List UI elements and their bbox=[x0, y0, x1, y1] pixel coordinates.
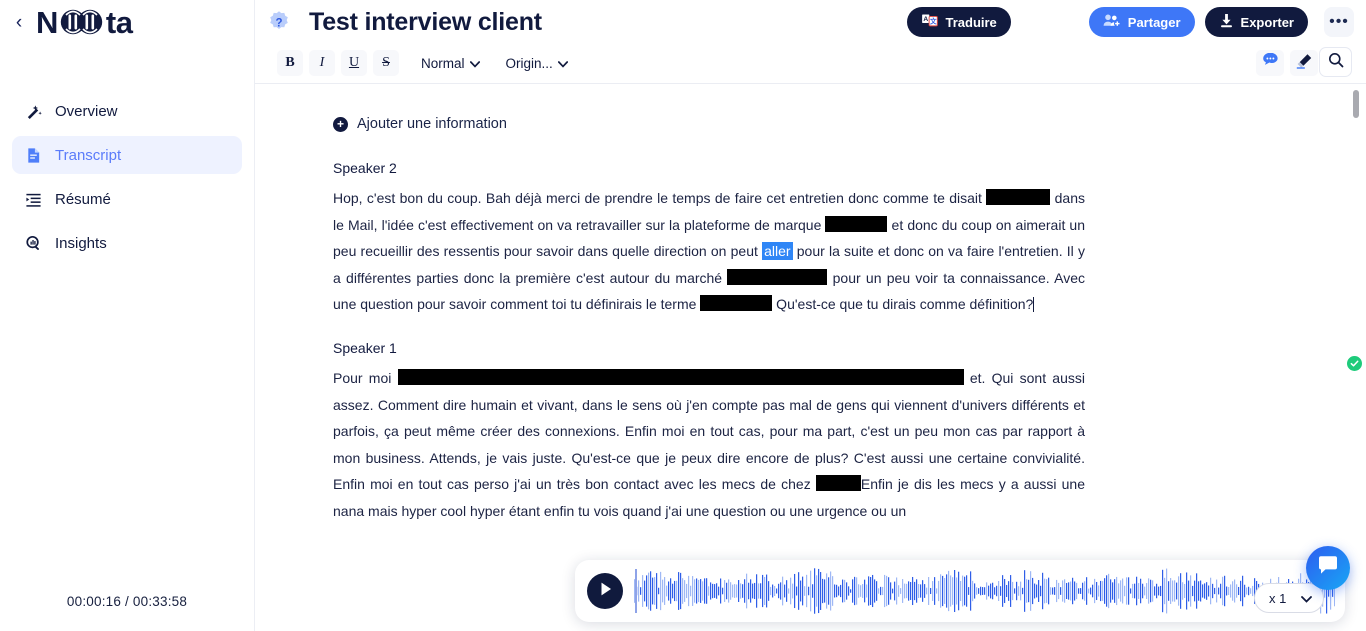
sidebar-item-transcript[interactable]: Transcript bbox=[12, 136, 242, 174]
verified-check-badge bbox=[1347, 356, 1362, 371]
underline-button[interactable]: U bbox=[341, 50, 367, 76]
highlighter-button[interactable] bbox=[1290, 50, 1318, 76]
sidebar-item-overview[interactable]: Overview bbox=[12, 92, 242, 130]
translate-button[interactable]: A 文 Traduire bbox=[907, 7, 1011, 37]
sidebar-nav: Overview Transcript Résumé Insights bbox=[0, 92, 254, 262]
search-icon bbox=[1328, 52, 1344, 73]
download-icon bbox=[1219, 13, 1234, 31]
chevron-down-icon bbox=[1301, 591, 1312, 606]
app-logo[interactable]: N ta bbox=[36, 4, 133, 40]
redacted-text bbox=[825, 215, 888, 232]
sidebar-item-resume[interactable]: Résumé bbox=[12, 180, 242, 218]
bold-button[interactable]: B bbox=[277, 50, 303, 76]
more-options-button[interactable]: ••• bbox=[1324, 7, 1354, 37]
transcript-block: Speaker 2 Hop, c'est bon du coup. Bah dé… bbox=[333, 160, 1085, 318]
export-button[interactable]: Exporter bbox=[1204, 7, 1308, 37]
editor-toolbar: B I U S Normal Origin... bbox=[255, 44, 1366, 82]
svg-text:?: ? bbox=[275, 18, 282, 30]
chat-support-button[interactable] bbox=[1306, 546, 1350, 590]
highlighter-pen-icon bbox=[1296, 53, 1313, 74]
chevron-down-icon bbox=[557, 56, 568, 71]
logo-text-right: ta bbox=[105, 4, 133, 40]
language-select[interactable]: Origin... bbox=[498, 50, 576, 76]
magic-wand-icon bbox=[24, 102, 42, 120]
share-label: Partager bbox=[1127, 14, 1181, 30]
play-button[interactable] bbox=[587, 573, 623, 609]
text-style-label: Normal bbox=[421, 55, 465, 71]
audio-player bbox=[575, 560, 1345, 622]
transcript-paragraph[interactable]: Hop, c'est bon du coup. Bah déjà merci d… bbox=[333, 185, 1085, 318]
redacted-text bbox=[397, 368, 964, 385]
text-caret bbox=[1033, 297, 1035, 313]
comment-button[interactable] bbox=[1256, 50, 1284, 76]
export-label: Exporter bbox=[1240, 14, 1294, 30]
logo-text-left: N bbox=[36, 4, 58, 40]
redacted-text bbox=[727, 268, 828, 285]
sidebar-item-label: Insights bbox=[55, 234, 107, 252]
transcript-scroll-area[interactable]: + Ajouter une information Speaker 2 Hop,… bbox=[255, 83, 1366, 631]
language-label: Origin... bbox=[505, 55, 553, 71]
app-root: ‹ N ta Overview Transcript Résumé Insigh… bbox=[0, 0, 1366, 631]
translate-label: Traduire bbox=[945, 14, 997, 30]
search-button[interactable] bbox=[1319, 47, 1352, 77]
vertical-scrollbar-thumb[interactable] bbox=[1353, 90, 1359, 118]
redacted-text bbox=[700, 295, 773, 312]
playback-speed-select[interactable]: x 1 bbox=[1254, 583, 1324, 613]
share-button[interactable]: Partager bbox=[1088, 7, 1195, 37]
sidebar-item-insights[interactable]: Insights bbox=[12, 224, 242, 262]
help-badge-icon[interactable]: ? bbox=[267, 10, 291, 34]
playback-speed-label: x 1 bbox=[1269, 590, 1287, 606]
text-style-select[interactable]: Normal bbox=[413, 50, 488, 76]
transcript-paragraph[interactable]: Pour moi et. Qui sont aussi assez. Comme… bbox=[333, 365, 1085, 525]
transcript-block: Speaker 1 Pour moi et. Qui sont aussi as… bbox=[333, 340, 1085, 525]
redacted-text bbox=[986, 189, 1051, 205]
search-chart-icon bbox=[24, 234, 42, 252]
brand-row: ‹ N ta bbox=[0, 0, 254, 44]
translate-icon: A 文 bbox=[921, 13, 939, 31]
audio-waveform[interactable] bbox=[633, 566, 1335, 616]
document-icon bbox=[24, 146, 42, 164]
sidebar-item-label: Overview bbox=[55, 102, 118, 120]
speaker-label[interactable]: Speaker 2 bbox=[333, 160, 1085, 176]
strikethrough-button[interactable]: S bbox=[373, 50, 399, 76]
page-title: Test interview client bbox=[309, 7, 542, 36]
sidebar: ‹ N ta Overview Transcript Résumé Insigh… bbox=[0, 0, 255, 631]
dna-logo-icon bbox=[59, 8, 105, 36]
back-button[interactable]: ‹ bbox=[10, 9, 28, 35]
list-icon bbox=[24, 190, 42, 208]
top-bar: ? Test interview client A 文 Traduire Par… bbox=[255, 0, 1366, 44]
svg-text:文: 文 bbox=[930, 17, 937, 26]
redacted-text bbox=[815, 475, 861, 492]
play-icon bbox=[598, 581, 613, 602]
transcript-editor[interactable]: + Ajouter une information Speaker 2 Hop,… bbox=[333, 84, 1085, 525]
playhead-marker bbox=[635, 569, 637, 613]
svg-text:A: A bbox=[924, 16, 929, 23]
speaker-label[interactable]: Speaker 1 bbox=[333, 340, 1085, 356]
chat-bubble-icon bbox=[1317, 555, 1339, 581]
add-information-button[interactable]: + Ajouter une information bbox=[333, 116, 1085, 132]
sidebar-item-label: Transcript bbox=[55, 146, 122, 164]
people-add-icon bbox=[1103, 13, 1121, 31]
comment-icon bbox=[1262, 52, 1279, 73]
plus-circle-icon: + bbox=[333, 116, 348, 132]
add-information-label: Ajouter une information bbox=[357, 116, 507, 132]
sidebar-item-label: Résumé bbox=[55, 190, 111, 208]
chevron-down-icon bbox=[469, 56, 480, 71]
italic-button[interactable]: I bbox=[309, 50, 335, 76]
playback-timecode: 00:00:16 / 00:33:58 bbox=[66, 594, 188, 609]
selected-text[interactable]: aller bbox=[762, 242, 793, 261]
main-panel: ? Test interview client A 文 Traduire Par… bbox=[255, 0, 1366, 631]
